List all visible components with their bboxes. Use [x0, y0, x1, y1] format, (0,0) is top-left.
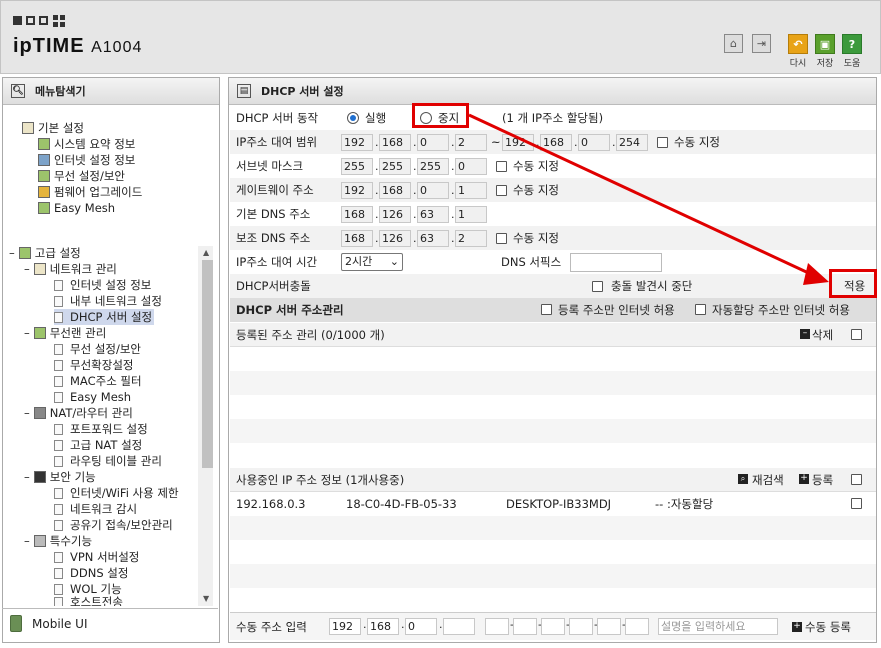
- arrow-line: [468, 113, 816, 278]
- annotation-arrow: [468, 113, 829, 285]
- arrow-head: [803, 263, 829, 285]
